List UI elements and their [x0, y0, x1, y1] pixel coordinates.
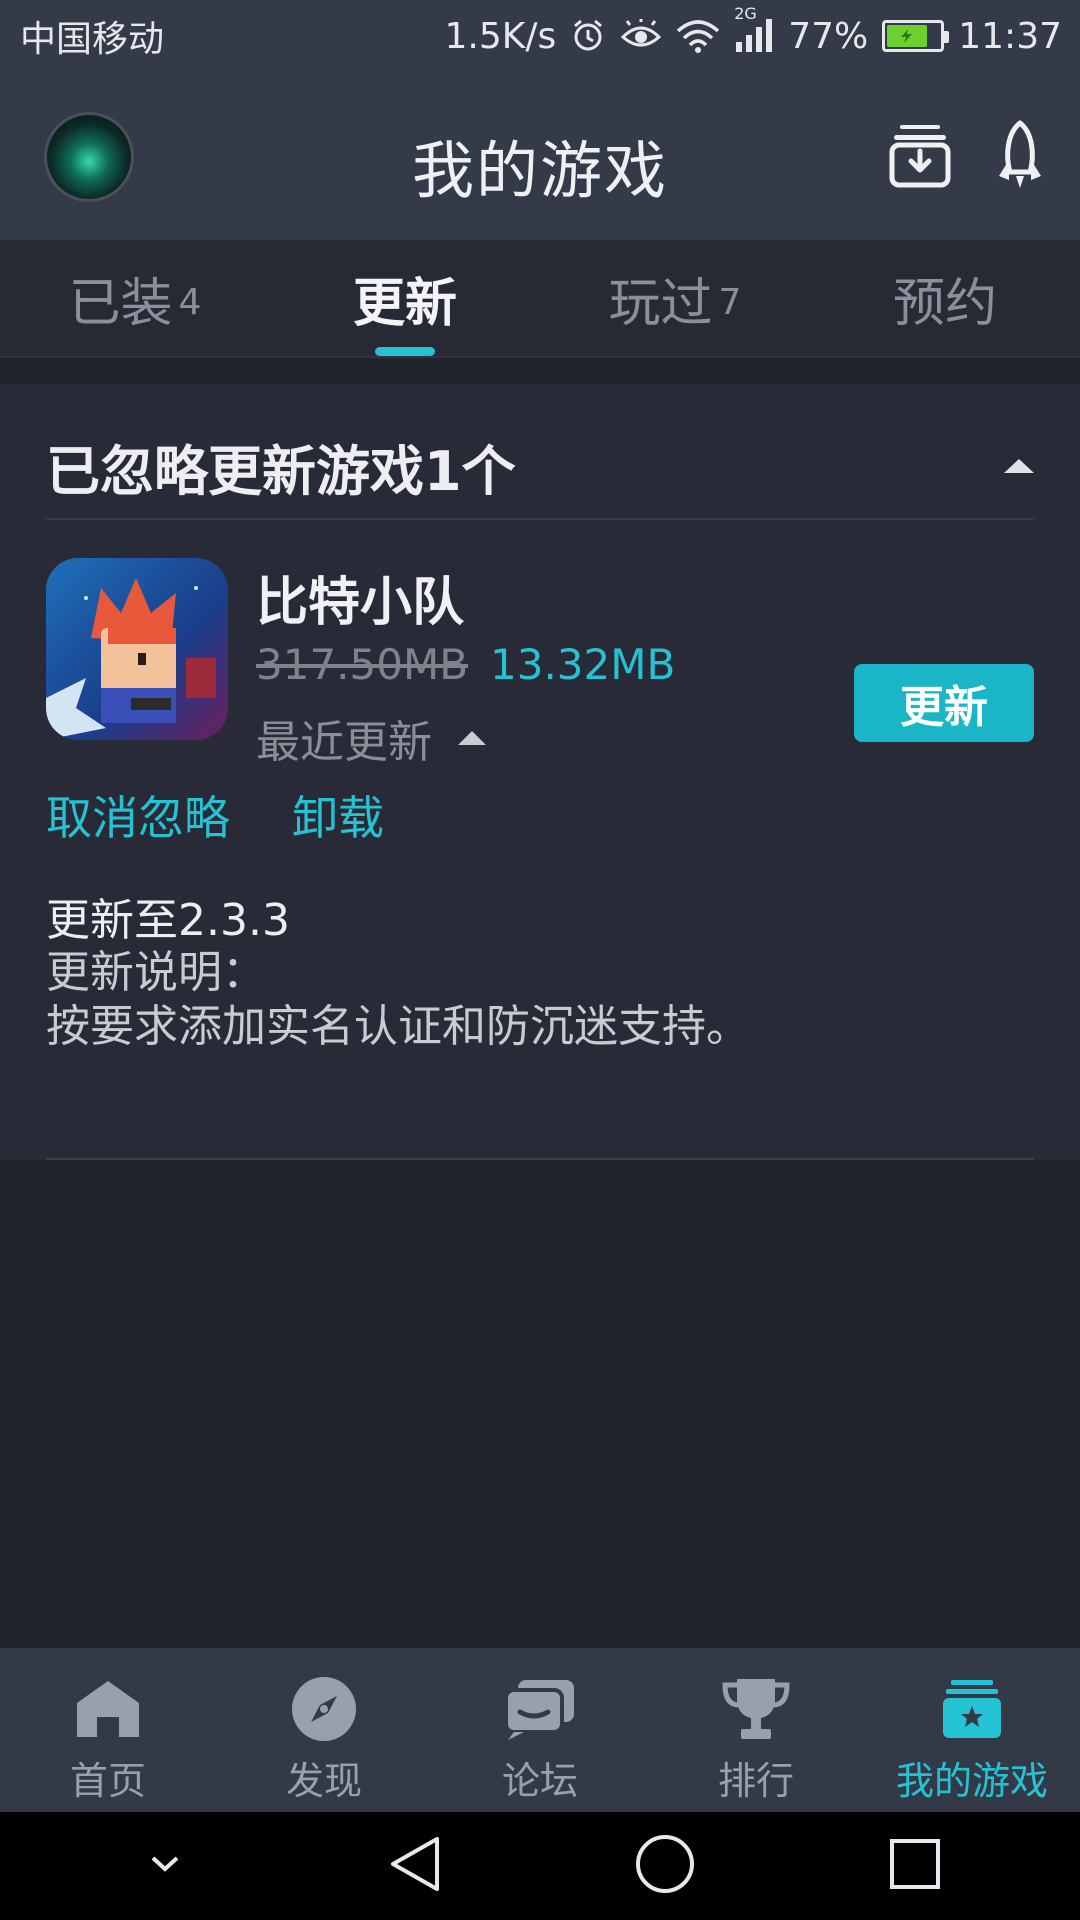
alarm-icon: [570, 18, 606, 54]
rocket-icon: [994, 120, 1046, 196]
recents-button[interactable]: [870, 1821, 960, 1911]
divider: [46, 1158, 1034, 1160]
status-bar: 中国移动 1.5K/s 2G 77% 11:37: [0, 0, 1080, 72]
net-speed: 1.5K/s: [444, 15, 557, 57]
battery-icon: [882, 20, 950, 52]
update-notes-text: 按要求添加实名认证和防沉迷支持。: [46, 1001, 750, 1052]
nav-ranking-label: 排行: [717, 1759, 794, 1803]
home-circle-icon: [635, 1834, 695, 1898]
compass-icon: [288, 1676, 360, 1742]
download-manager-button[interactable]: [880, 118, 960, 198]
nav-forum-label: 论坛: [501, 1759, 578, 1803]
nav-discover-label: 发现: [285, 1759, 362, 1803]
nav-forum[interactable]: 论坛: [432, 1648, 648, 1812]
tab-installed-label: 已装: [68, 273, 173, 334]
ignored-updates-card: 已忽略更新游戏1个 比特小队 317.50MB 13.32MB 最近更新 更新 …: [0, 384, 1080, 1160]
cancel-ignore-link[interactable]: 取消忽略: [46, 782, 230, 848]
size-row: 317.50MB 13.32MB: [256, 640, 675, 689]
nav-my-games[interactable]: 我的游戏: [864, 1648, 1080, 1812]
tab-played-label: 玩过: [608, 273, 713, 334]
update-notes: 更新说明： 按要求添加实名认证和防沉迷支持。: [46, 946, 750, 1054]
bottom-nav: 首页 发现 论坛 排行 我的游戏: [0, 1648, 1080, 1812]
nav-my-games-label: 我的游戏: [895, 1759, 1048, 1803]
chevron-down-icon: [150, 1855, 180, 1877]
carrier-label: 中国移动: [20, 19, 165, 60]
download-box-icon: [888, 123, 952, 193]
tab-played[interactable]: 玩过 7: [540, 240, 810, 356]
update-notes-label: 更新说明：: [46, 947, 266, 998]
tab-installed-count: 4: [178, 281, 202, 323]
rocket-button[interactable]: [980, 118, 1060, 198]
game-actions: 取消忽略 卸载: [46, 782, 384, 848]
nav-home[interactable]: 首页: [0, 1648, 216, 1812]
old-size: 317.50MB: [256, 640, 469, 689]
chat-icon: [504, 1676, 576, 1742]
home-icon: [72, 1676, 144, 1742]
nav-home-label: 首页: [69, 1759, 146, 1803]
game-title: 比特小队: [256, 573, 465, 633]
eye-icon: [620, 19, 662, 53]
ignored-section-header[interactable]: 已忽略更新游戏1个: [46, 414, 1034, 520]
system-nav-bar: [0, 1812, 1080, 1920]
tab-reserved-label: 预约: [892, 273, 997, 334]
recent-update-label: 最近更新: [256, 717, 432, 768]
battery-percent: 77%: [788, 15, 869, 57]
tab-reserved[interactable]: 预约: [810, 240, 1080, 356]
back-triangle-icon: [389, 1835, 441, 1897]
section-title: 已忽略更新游戏1个: [46, 439, 516, 503]
tab-installed[interactable]: 已装 4: [0, 240, 270, 356]
new-size: 13.32MB: [490, 640, 676, 689]
update-button[interactable]: 更新: [854, 664, 1034, 742]
update-version: 更新至2.3.3: [46, 895, 290, 946]
recents-square-icon: [889, 1838, 941, 1894]
app-header: 我的游戏: [0, 72, 1080, 240]
hide-nav-button[interactable]: [120, 1821, 210, 1911]
nav-discover[interactable]: 发现: [216, 1648, 432, 1812]
recent-update-toggle[interactable]: 最近更新: [256, 706, 486, 770]
collapse-arrow-icon[interactable]: [1004, 459, 1034, 473]
expand-arrow-icon: [458, 731, 486, 745]
my-games-icon: [936, 1676, 1008, 1742]
tab-updates[interactable]: 更新: [270, 240, 540, 356]
nav-ranking[interactable]: 排行: [648, 1648, 864, 1812]
home-button[interactable]: [620, 1821, 710, 1911]
wifi-icon: [676, 19, 720, 53]
tab-bar: 已装 4 更新 玩过 7 预约: [0, 240, 1080, 358]
uninstall-link[interactable]: 卸载: [292, 782, 384, 848]
signal-type-label: 2G: [734, 4, 757, 23]
back-button[interactable]: [370, 1821, 460, 1911]
cell-signal-icon: 2G: [734, 4, 774, 54]
clock: 11:37: [958, 15, 1062, 57]
status-icons: 1.5K/s 2G 77% 11:37: [444, 4, 1062, 57]
tab-updates-label: 更新: [352, 273, 457, 334]
tab-played-count: 7: [718, 281, 742, 323]
trophy-icon: [720, 1676, 792, 1742]
battery-level-fill: [887, 25, 928, 47]
game-icon[interactable]: [46, 558, 228, 740]
